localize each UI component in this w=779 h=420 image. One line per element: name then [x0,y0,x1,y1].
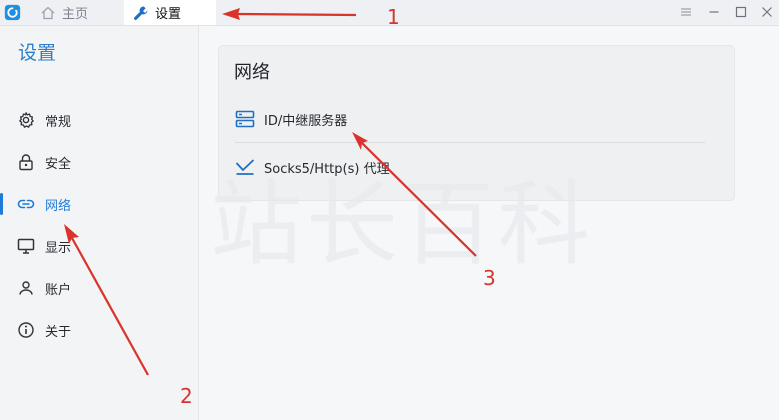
info-icon [18,322,34,338]
sidebar-item-network[interactable]: 网络 [0,188,198,220]
sidebar-item-label: 安全 [45,156,72,172]
sidebar-item-account[interactable]: 账户 [0,272,198,304]
watermark-text: 站长百科 [210,171,595,278]
sidebar-item-label: 网络 [45,198,72,214]
sidebar-item-label: 常规 [45,114,72,130]
sidebar-item-general[interactable]: 常规 [0,104,198,136]
close-button[interactable] [757,3,777,21]
card-divider [235,142,705,143]
maximize-icon [735,6,747,18]
tab-settings-label: 设置 [155,7,182,22]
annotation-step-1: 1 [387,5,400,29]
link-icon [17,199,35,209]
app-window: 主页 设置 设置 常规 安全 网络 显示 账户 关于 网络 ID/中继服务器 S… [0,0,779,420]
sidebar: 设置 常规 安全 网络 显示 账户 关于 [0,26,199,420]
sidebar-item-label: 关于 [45,324,72,340]
server-icon [235,110,255,128]
sidebar-item-security[interactable]: 安全 [0,146,198,178]
app-logo-icon [4,4,21,21]
sidebar-title: 设置 [18,42,57,64]
minimize-icon [709,11,719,13]
monitor-icon [17,238,35,254]
gear-icon [19,112,34,128]
menu-button[interactable] [676,3,696,21]
minimize-button[interactable] [704,3,724,21]
id-relay-server-option[interactable]: ID/中继服务器 [235,104,705,134]
lock-icon [19,154,33,171]
tab-settings[interactable]: 设置 [124,0,216,25]
close-icon [762,7,772,17]
sidebar-item-display[interactable]: 显示 [0,230,198,262]
sidebar-item-about[interactable]: 关于 [0,314,198,346]
sidebar-item-label: 账户 [45,282,72,298]
user-icon [19,281,33,295]
card-title: 网络 [234,62,270,83]
wrench-icon [134,6,148,20]
option-label: ID/中继服务器 [264,113,348,129]
menu-icon [681,8,691,16]
annotation-step-2: 2 [180,384,193,408]
annotation-step-3: 3 [483,266,496,290]
tab-home-label: 主页 [62,7,89,22]
sidebar-item-label: 显示 [45,240,72,256]
home-icon [41,6,55,19]
maximize-button[interactable] [731,3,751,21]
tab-home[interactable]: 主页 [38,0,122,25]
